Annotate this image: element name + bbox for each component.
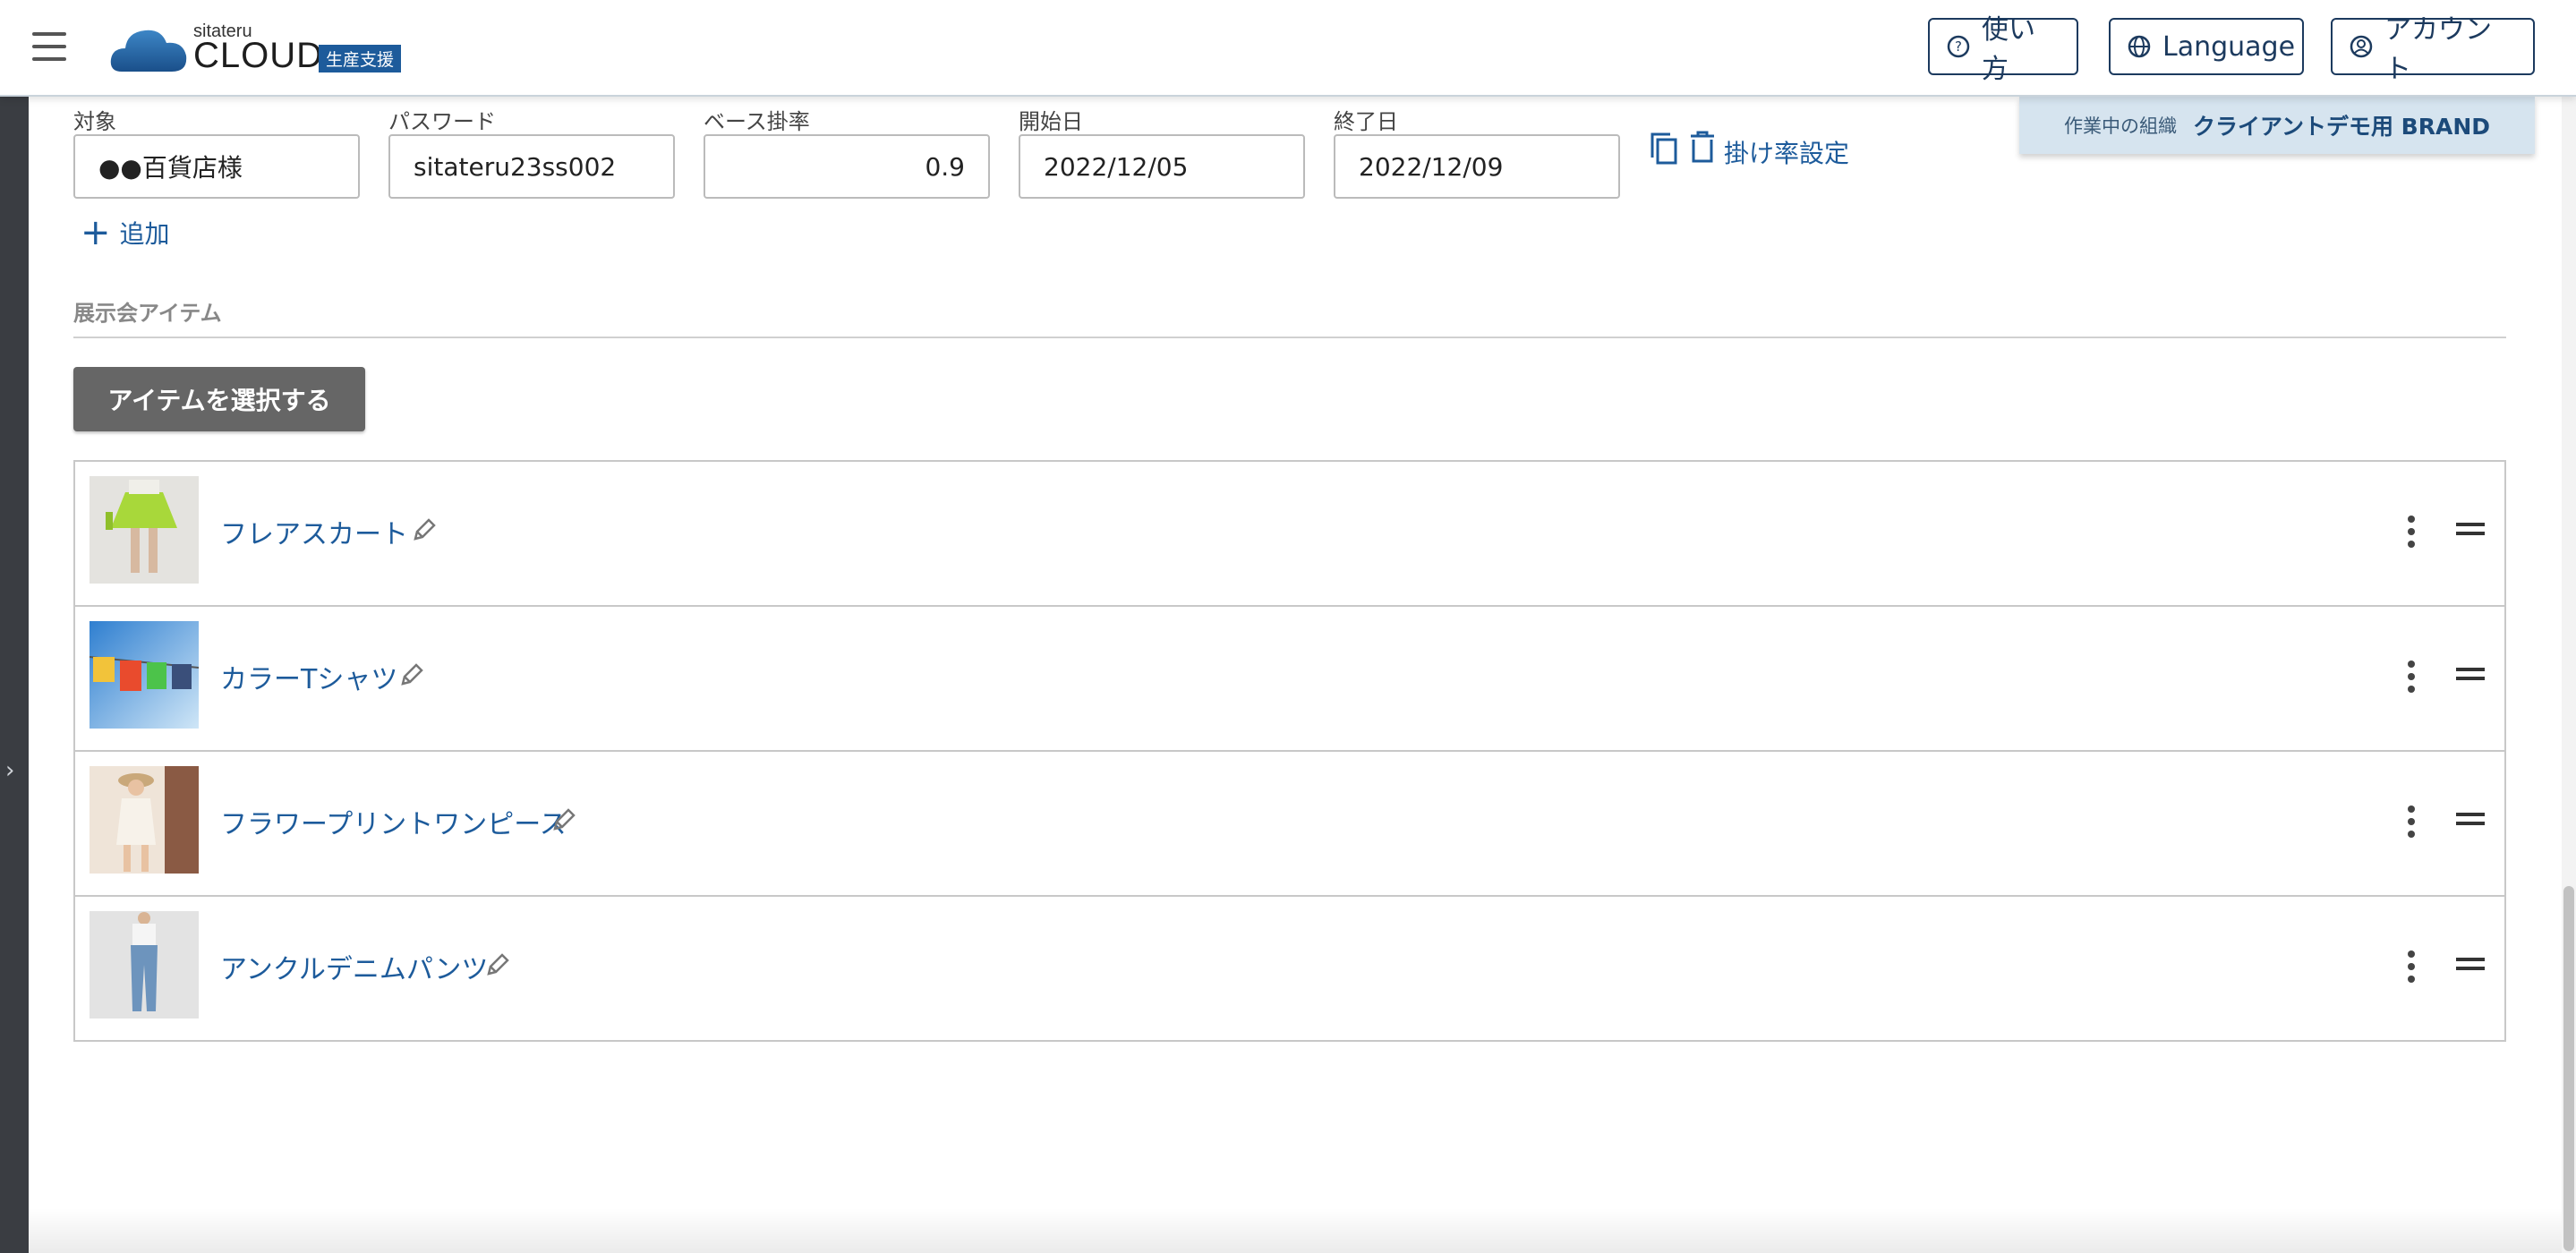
drag-handle-icon[interactable] [2456,958,2485,976]
chevron-right-icon[interactable]: › [5,757,14,784]
menu-icon[interactable] [32,32,66,61]
globe-icon [2128,35,2151,58]
section-title: 展示会アイテム [73,301,222,326]
drag-handle-icon[interactable] [2456,668,2485,686]
end-date-field[interactable]: 2022/12/09 [1334,134,1620,199]
copy-icon[interactable] [1649,131,1679,166]
edit-pencil-icon[interactable] [485,952,510,977]
skirt-thumbnail[interactable] [90,476,199,584]
plus-icon: + [81,212,111,253]
language-button[interactable]: Language [2109,18,2304,75]
more-options-icon[interactable] [2406,661,2417,693]
target-field[interactable]: ●●百貨店様 [73,134,360,199]
help-icon: ? [1947,35,1970,58]
account-label: アカウント [2384,14,2492,85]
denim-thumbnail[interactable] [90,911,199,1019]
list-item[interactable]: フレアスカート [75,462,2504,607]
more-options-icon[interactable] [2406,806,2417,838]
help-button[interactable]: ? 使い方 [1928,14,2078,85]
svg-text:?: ? [1955,38,1962,55]
list-item[interactable]: カラーTシャツ [75,607,2504,752]
app-header: sitateru CLOUD 生産支援 ? 使い方 Language アカウント [0,0,2576,97]
item-name-link[interactable]: フレアスカート [220,512,408,551]
rate-setting-link[interactable]: 掛け率設定 [1724,134,1849,170]
collapsed-sidebar: › [0,97,29,1253]
item-list: フレアスカート カラーTシャツ フラワープリントワンピース アンクルデニムパンツ [73,460,2506,1042]
password-label: パスワード [388,109,496,134]
org-label: 作業中の組織 [2063,115,2177,137]
password-field[interactable]: sitateru23ss002 [388,134,675,199]
tshirts-thumbnail[interactable] [90,621,199,729]
edit-pencil-icon[interactable] [399,662,424,687]
language-label: Language [2162,30,2296,63]
section-divider [73,337,2506,338]
item-name-link[interactable]: フラワープリントワンピース [220,802,567,841]
item-name-link[interactable]: カラーTシャツ [220,657,397,696]
account-button[interactable]: アカウント [2331,14,2535,85]
scrollbar-thumb[interactable] [2563,886,2574,1251]
base-rate-field[interactable]: 0.9 [704,134,990,199]
bottom-fade [29,1208,2562,1253]
start-date-field[interactable]: 2022/12/05 [1019,134,1305,199]
logo[interactable]: sitateru CLOUD 生産支援 [109,20,414,77]
cloud-logo-icon [110,30,187,72]
help-label: 使い方 [1982,14,2035,85]
item-name-link[interactable]: アンクルデニムパンツ [220,947,488,986]
base-rate-label: ベース掛率 [704,109,810,134]
logo-badge: 生産支援 [319,45,402,72]
edit-pencil-icon[interactable] [412,517,437,542]
dress-thumbnail[interactable] [90,766,199,874]
more-options-icon[interactable] [2406,950,2417,983]
target-label: 対象 [73,109,116,134]
org-banner: 作業中の組織 クライアントデモ用 BRAND [2019,97,2535,154]
trash-icon[interactable] [1688,129,1717,165]
drag-handle-icon[interactable] [2456,813,2485,831]
select-items-button[interactable]: アイテムを選択する [73,367,365,431]
add-button[interactable]: + 追加 [81,215,170,251]
start-date-label: 開始日 [1019,109,1083,134]
more-options-icon[interactable] [2406,516,2417,548]
org-name: クライアントデモ用 BRAND [2192,114,2491,140]
account-icon [2350,35,2373,58]
list-item[interactable]: アンクルデニムパンツ [75,897,2504,1042]
logo-title: CLOUD [193,36,324,75]
edit-pencil-icon[interactable] [551,807,576,832]
add-label: 追加 [119,219,170,249]
list-item[interactable]: フラワープリントワンピース [75,752,2504,897]
drag-handle-icon[interactable] [2456,523,2485,541]
end-date-label: 終了日 [1334,109,1398,134]
